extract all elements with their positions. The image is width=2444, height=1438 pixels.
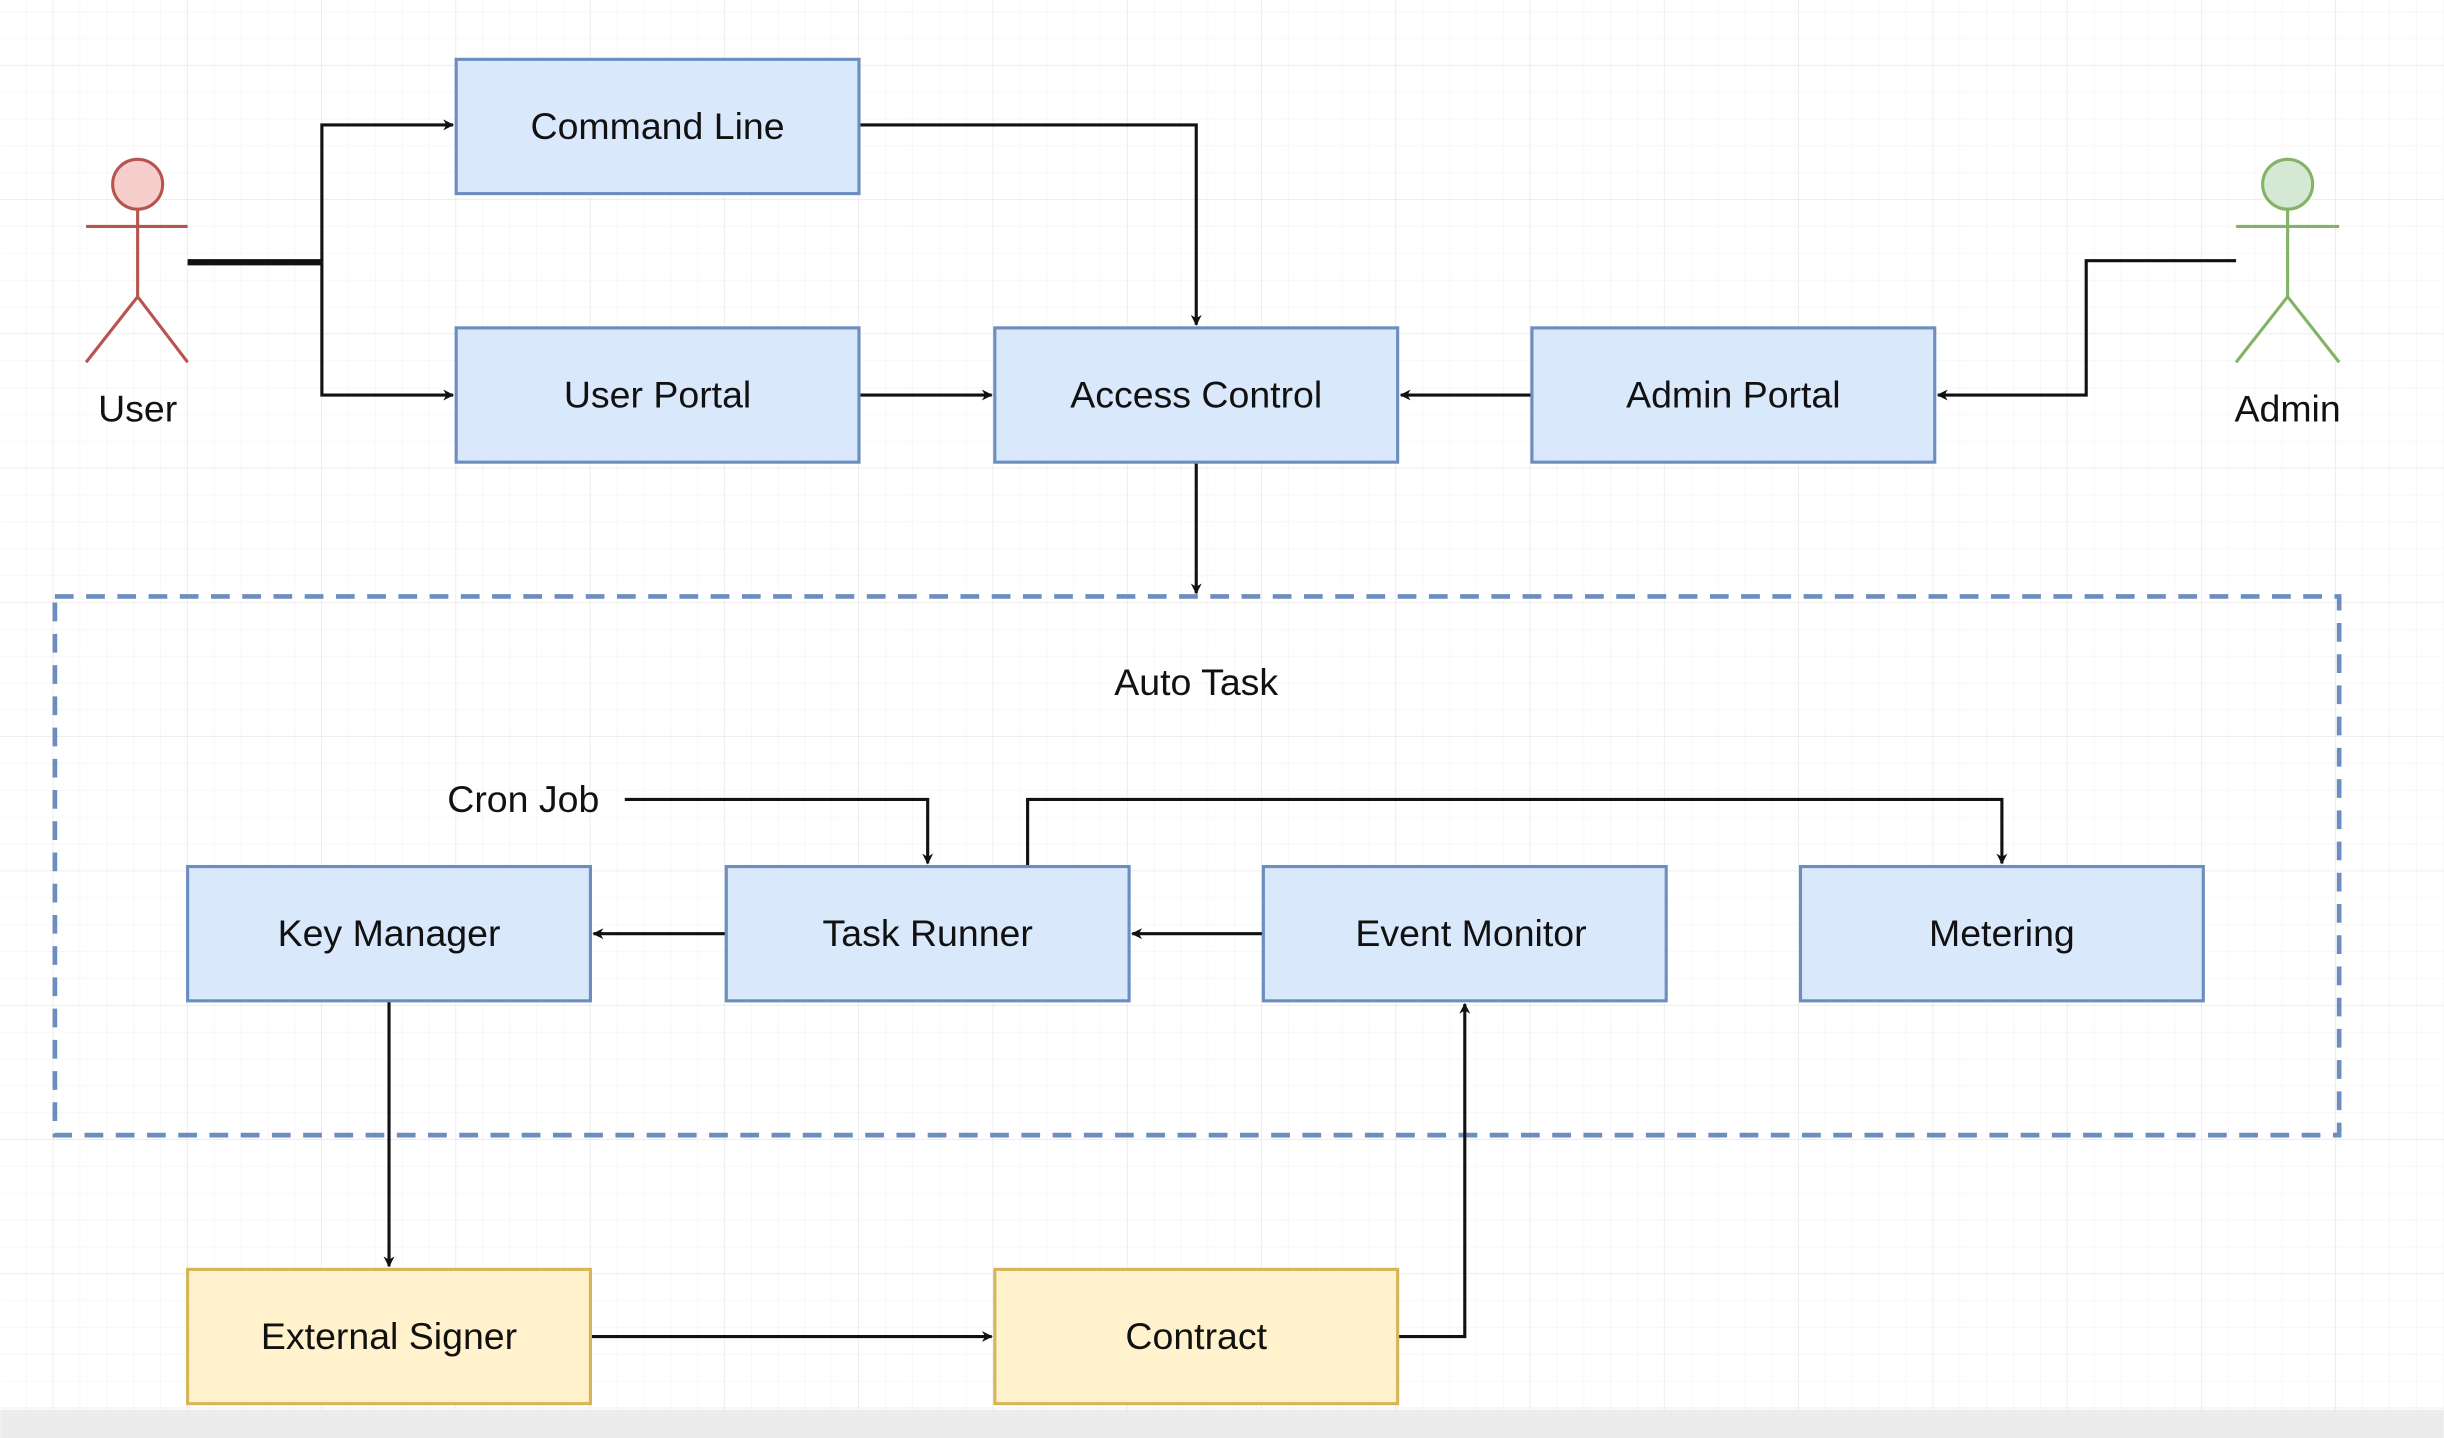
grid-background xyxy=(0,0,2444,1438)
node-label: Key Manager xyxy=(278,912,501,954)
node-task-runner[interactable]: Task Runner xyxy=(724,864,1131,1003)
node-label: Admin Portal xyxy=(1626,374,1841,416)
node-access-control[interactable]: Access Control xyxy=(993,326,1400,464)
diagram-canvas: Auto Task Command Line User Portal Acces… xyxy=(0,0,2444,1438)
node-admin-portal[interactable]: Admin Portal xyxy=(1530,326,1937,464)
user-actor-label: User xyxy=(98,388,177,430)
admin-actor-label: Admin xyxy=(2235,388,2341,430)
node-command-line[interactable]: Command Line xyxy=(454,57,861,196)
bottom-strip xyxy=(0,1409,2444,1438)
node-label: Contract xyxy=(1125,1315,1267,1357)
node-label: Task Runner xyxy=(823,912,1033,954)
node-label: Metering xyxy=(1929,912,2075,954)
node-external-signer[interactable]: External Signer xyxy=(186,1267,592,1406)
node-event-monitor[interactable]: Event Monitor xyxy=(1261,864,1668,1003)
node-contract[interactable]: Contract xyxy=(993,1267,1400,1406)
node-user-portal[interactable]: User Portal xyxy=(454,326,861,464)
diagram-svg: Auto Task Command Line User Portal Acces… xyxy=(0,0,2444,1438)
node-key-manager[interactable]: Key Manager xyxy=(186,864,592,1003)
node-label: Command Line xyxy=(531,105,785,147)
node-label: Access Control xyxy=(1070,374,1322,416)
auto-task-label: Auto Task xyxy=(1114,661,1278,703)
cron-job-label: Cron Job xyxy=(447,778,599,820)
node-label: User Portal xyxy=(564,374,751,416)
node-label: Event Monitor xyxy=(1355,912,1586,954)
node-metering[interactable]: Metering xyxy=(1798,864,2205,1003)
node-label: External Signer xyxy=(261,1315,517,1357)
